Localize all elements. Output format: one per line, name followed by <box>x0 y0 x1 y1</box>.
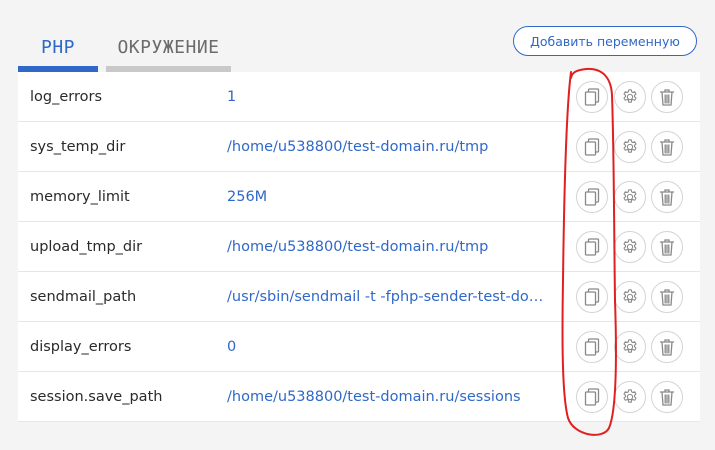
trash-icon <box>659 188 675 206</box>
gear-icon <box>621 188 639 206</box>
copy-icon <box>584 288 600 306</box>
settings-button[interactable] <box>614 231 646 263</box>
settings-button[interactable] <box>614 281 646 313</box>
variable-name: memory_limit <box>30 189 130 205</box>
gear-icon <box>621 288 639 306</box>
gear-icon <box>621 238 639 256</box>
variable-name: sys_temp_dir <box>30 139 126 155</box>
settings-button[interactable] <box>614 131 646 163</box>
copy-icon <box>584 238 600 256</box>
copy-icon <box>584 188 600 206</box>
variable-name: session.save_path <box>30 389 163 405</box>
variable-value[interactable]: /home/u538800/test-domain.ru/tmp <box>227 122 555 172</box>
tab-environment[interactable]: ОКРУЖЕНИЕ <box>106 30 231 72</box>
variable-value[interactable]: /home/u538800/test-domain.ru/tmp <box>227 222 555 272</box>
delete-button[interactable] <box>651 331 683 363</box>
tab-php[interactable]: PHP <box>18 30 98 72</box>
variable-value[interactable]: 0 <box>227 322 555 372</box>
copy-button[interactable] <box>576 331 608 363</box>
trash-icon <box>659 288 675 306</box>
copy-button[interactable] <box>576 231 608 263</box>
trash-icon <box>659 338 675 356</box>
delete-button[interactable] <box>651 181 683 213</box>
table-row: upload_tmp_dir/home/u538800/test-domain.… <box>18 222 700 272</box>
trash-icon <box>659 238 675 256</box>
variable-name: upload_tmp_dir <box>30 239 143 255</box>
table-row: display_errors 0 <box>18 322 700 372</box>
delete-button[interactable] <box>651 131 683 163</box>
add-variable-button[interactable]: Добавить переменную <box>513 26 697 56</box>
variable-name: display_errors <box>30 339 132 355</box>
variable-value[interactable]: 1 <box>227 72 555 122</box>
gear-icon <box>621 388 639 406</box>
variables-table: log_errors 1 sys_temp_dir/home/u538800/tes… <box>18 72 700 422</box>
table-row: sendmail_path/usr/sbin/sendmail -t -fphp… <box>18 272 700 322</box>
gear-icon <box>621 88 639 106</box>
copy-button[interactable] <box>576 81 608 113</box>
variable-value[interactable]: 256M <box>227 172 555 222</box>
gear-icon <box>621 338 639 356</box>
copy-icon <box>584 138 600 156</box>
table-row: log_errors 1 <box>18 72 700 122</box>
trash-icon <box>659 88 675 106</box>
trash-icon <box>659 388 675 406</box>
trash-icon <box>659 138 675 156</box>
tab-bar: PHP ОКРУЖЕНИЕ <box>18 30 231 72</box>
gear-icon <box>621 138 639 156</box>
settings-button[interactable] <box>614 381 646 413</box>
variable-value[interactable]: /home/u538800/test-domain.ru/sessions <box>227 372 555 422</box>
variable-value[interactable]: /usr/sbin/sendmail -t -fphp-sender-test-… <box>227 272 555 322</box>
copy-icon <box>584 338 600 356</box>
variable-name: log_errors <box>30 89 103 105</box>
copy-button[interactable] <box>576 381 608 413</box>
delete-button[interactable] <box>651 231 683 263</box>
copy-icon <box>584 88 600 106</box>
table-row: sys_temp_dir/home/u538800/test-domain.ru… <box>18 122 700 172</box>
delete-button[interactable] <box>651 381 683 413</box>
delete-button[interactable] <box>651 281 683 313</box>
table-row: session.save_path/home/u538800/test-doma… <box>18 372 700 422</box>
settings-button[interactable] <box>614 331 646 363</box>
copy-button[interactable] <box>576 281 608 313</box>
copy-button[interactable] <box>576 181 608 213</box>
table-row: memory_limit 256M <box>18 172 700 222</box>
settings-button[interactable] <box>614 181 646 213</box>
copy-button[interactable] <box>576 131 608 163</box>
settings-button[interactable] <box>614 81 646 113</box>
variable-name: sendmail_path <box>30 289 137 305</box>
copy-icon <box>584 388 600 406</box>
delete-button[interactable] <box>651 81 683 113</box>
